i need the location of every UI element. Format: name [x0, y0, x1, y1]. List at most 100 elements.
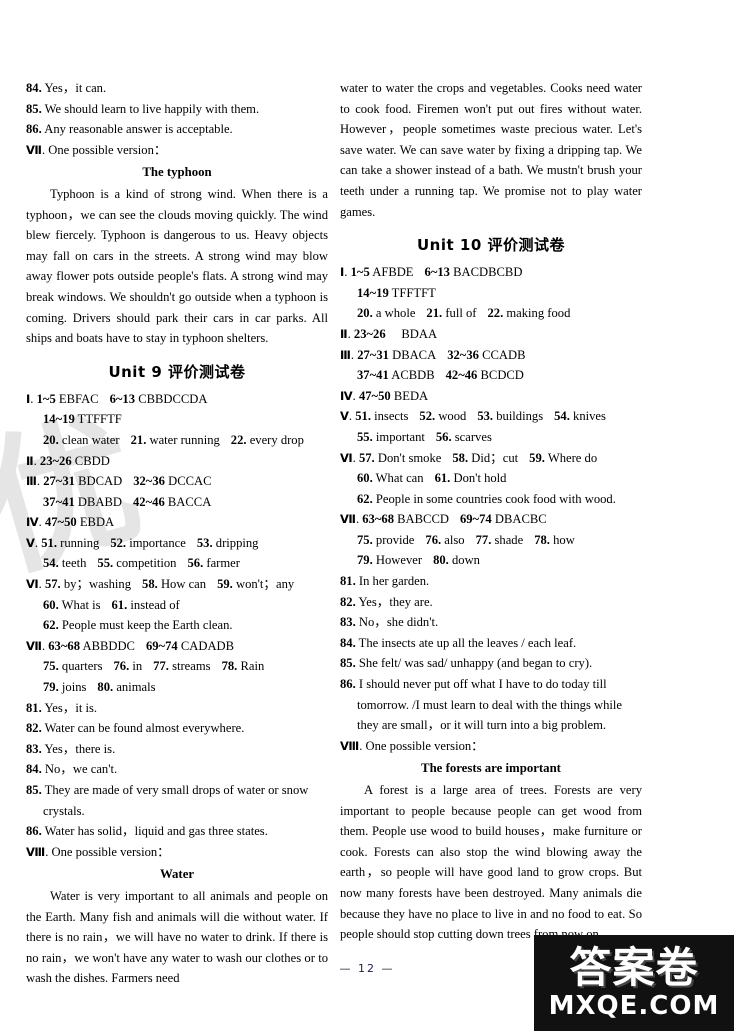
answer-number: 59. [217, 577, 233, 592]
roman-separator: . [36, 474, 41, 489]
answer-line: 79. However 80. down [340, 550, 642, 571]
unit-label-cn: 评价测试卷 [168, 362, 246, 381]
answer-line: Ⅳ. 47~50 EBDA [26, 512, 328, 533]
answer-number: 76. [425, 532, 442, 547]
answer-text: BCDCD [480, 368, 524, 383]
answer-text: a whole [375, 306, 416, 321]
answer-text: full of [445, 306, 477, 321]
answer-text: Yes，there is. [44, 741, 116, 756]
answer-text: TFFTFT [391, 285, 436, 300]
answer-text: EBFAC [58, 391, 99, 406]
answer-number: 47~50 [358, 388, 391, 403]
answer-text: how [553, 532, 575, 547]
answer-text: important [375, 429, 425, 444]
right-long-answers: 81. In her garden. 82. Yes，they are. 83. N… [340, 571, 642, 736]
answer-number: 52. [110, 535, 127, 550]
answer-number: 6~13 [109, 391, 136, 406]
answer-text: by；washing [63, 577, 132, 592]
answer-number: 83. [26, 741, 42, 756]
left-column: 84. Yes，it can. 85. We should learn to l… [26, 78, 328, 989]
answer-item: 81. Yes，it is. [26, 698, 328, 719]
answer-text: No，she didn't. [358, 615, 439, 630]
answer-text: ACBDB [391, 368, 435, 383]
answer-number: 69~74 [145, 638, 178, 653]
answer-text: Where do [547, 450, 598, 465]
answer-text: BDCAD [78, 474, 123, 489]
answer-item: 84. No，we can't. [26, 759, 328, 780]
answer-number: 62. [357, 491, 373, 506]
roman-separator: . [348, 409, 353, 424]
page-number: — 12 — [339, 962, 395, 975]
answer-number: 63~68 [48, 638, 80, 653]
answer-line: 60. What can 61. Don't hold [340, 468, 642, 489]
answer-line: 62. People in some countries cook food w… [340, 489, 642, 510]
answer-text: TTFFTF [77, 412, 122, 427]
answer-text: EBDA [79, 515, 115, 530]
answer-item: 85. They are made of very small drops of… [26, 780, 328, 821]
roman-numeral: Ⅱ [26, 453, 34, 468]
unit-label-cn: 评价测试卷 [487, 236, 566, 255]
answer-text: down [451, 553, 480, 568]
answer-text: People in some countries cook food with … [375, 491, 616, 506]
roman-separator: . [41, 638, 46, 653]
answer-text: How can [160, 577, 207, 592]
answer-text: Rain [240, 659, 265, 674]
section-version-heading: Ⅷ. One possible version： [340, 736, 642, 757]
answer-number: 52. [419, 409, 436, 424]
roman-numeral: Ⅶ [26, 142, 42, 157]
answer-number: 81. [26, 700, 42, 715]
answer-number: 22. [487, 306, 504, 321]
unit-label: Unit 9 [108, 362, 163, 381]
answer-text: animals [116, 680, 156, 695]
roman-separator: . [33, 453, 37, 468]
answer-text: AFBDE [372, 265, 414, 280]
answer-text: What is [61, 597, 101, 612]
answer-text: Don't smoke [377, 450, 442, 465]
roman-numeral: Ⅲ [26, 474, 37, 489]
answer-text: They are made of very small drops of wat… [43, 783, 309, 818]
roman-numeral: Ⅴ [26, 535, 35, 550]
answer-item: 82. Yes，they are. [340, 592, 642, 613]
answer-line: 14~19 TFFTFT [340, 283, 642, 304]
answer-text: Yes，they are. [358, 594, 433, 609]
answer-line: 75. provide 76. also 77. shade 78. how [340, 530, 642, 551]
answer-number: 42~46 [133, 494, 165, 509]
answer-number: 53. [477, 409, 494, 424]
answer-text: We should learn to live happily with the… [44, 101, 260, 116]
answer-number: 6~13 [424, 265, 450, 280]
answer-number: 1~5 [36, 391, 56, 406]
answer-line: Ⅴ. 51. insects 52. wood 53. buildings 54. k… [340, 406, 642, 427]
answer-item: 85. She felt/ was sad/ unhappy (and bega… [340, 653, 642, 674]
answer-number: 83. [340, 615, 356, 630]
answer-text: running [60, 535, 100, 550]
answer-text: insects [374, 409, 409, 424]
answer-line: 55. important 56. scarves [340, 427, 642, 448]
section-version-heading-2: Ⅷ. One possible version： [26, 842, 328, 863]
left-top-answers: 84. Yes，it can. 85. We should learn to l… [26, 78, 328, 140]
answer-number: 32~36 [133, 474, 165, 489]
answer-text: BACCA [167, 494, 212, 509]
answer-text: Any reasonable answer is acceptable. [44, 122, 233, 137]
answer-number: 47~50 [44, 515, 77, 530]
roman-numeral: Ⅷ [340, 738, 360, 753]
answer-item: 81. In her garden. [340, 571, 642, 592]
answer-item: 85. We should learn to live happily with… [26, 99, 328, 120]
answer-item: 86. I should never put off what I have t… [340, 674, 642, 736]
answer-number: 84. [26, 81, 42, 95]
answer-text: BACDBCBD [453, 265, 523, 280]
answer-text: The insects ate up all the leaves / each… [358, 635, 577, 650]
answer-number: 84. [26, 762, 42, 777]
right-sections: Ⅰ. 1~5 AFBDE 6~13 BACDBCBD 14~19 TFFTFT 20.… [340, 262, 642, 571]
answer-number: 42~46 [445, 368, 478, 383]
answer-line: 37~41 DBABD 42~46 BACCA [26, 492, 328, 513]
answer-text: water running [149, 432, 220, 447]
answer-text: also [444, 532, 465, 547]
version-text: . One possible version： [359, 738, 484, 753]
composition-title: The typhoon [142, 165, 212, 180]
answer-text: ABBDDC [82, 638, 135, 653]
answer-number: 78. [534, 532, 550, 547]
answer-number: 27~31 [43, 474, 75, 489]
answer-number: 20. [43, 432, 59, 447]
answer-text: No，we can't. [44, 762, 118, 777]
roman-numeral: Ⅵ [340, 450, 353, 465]
